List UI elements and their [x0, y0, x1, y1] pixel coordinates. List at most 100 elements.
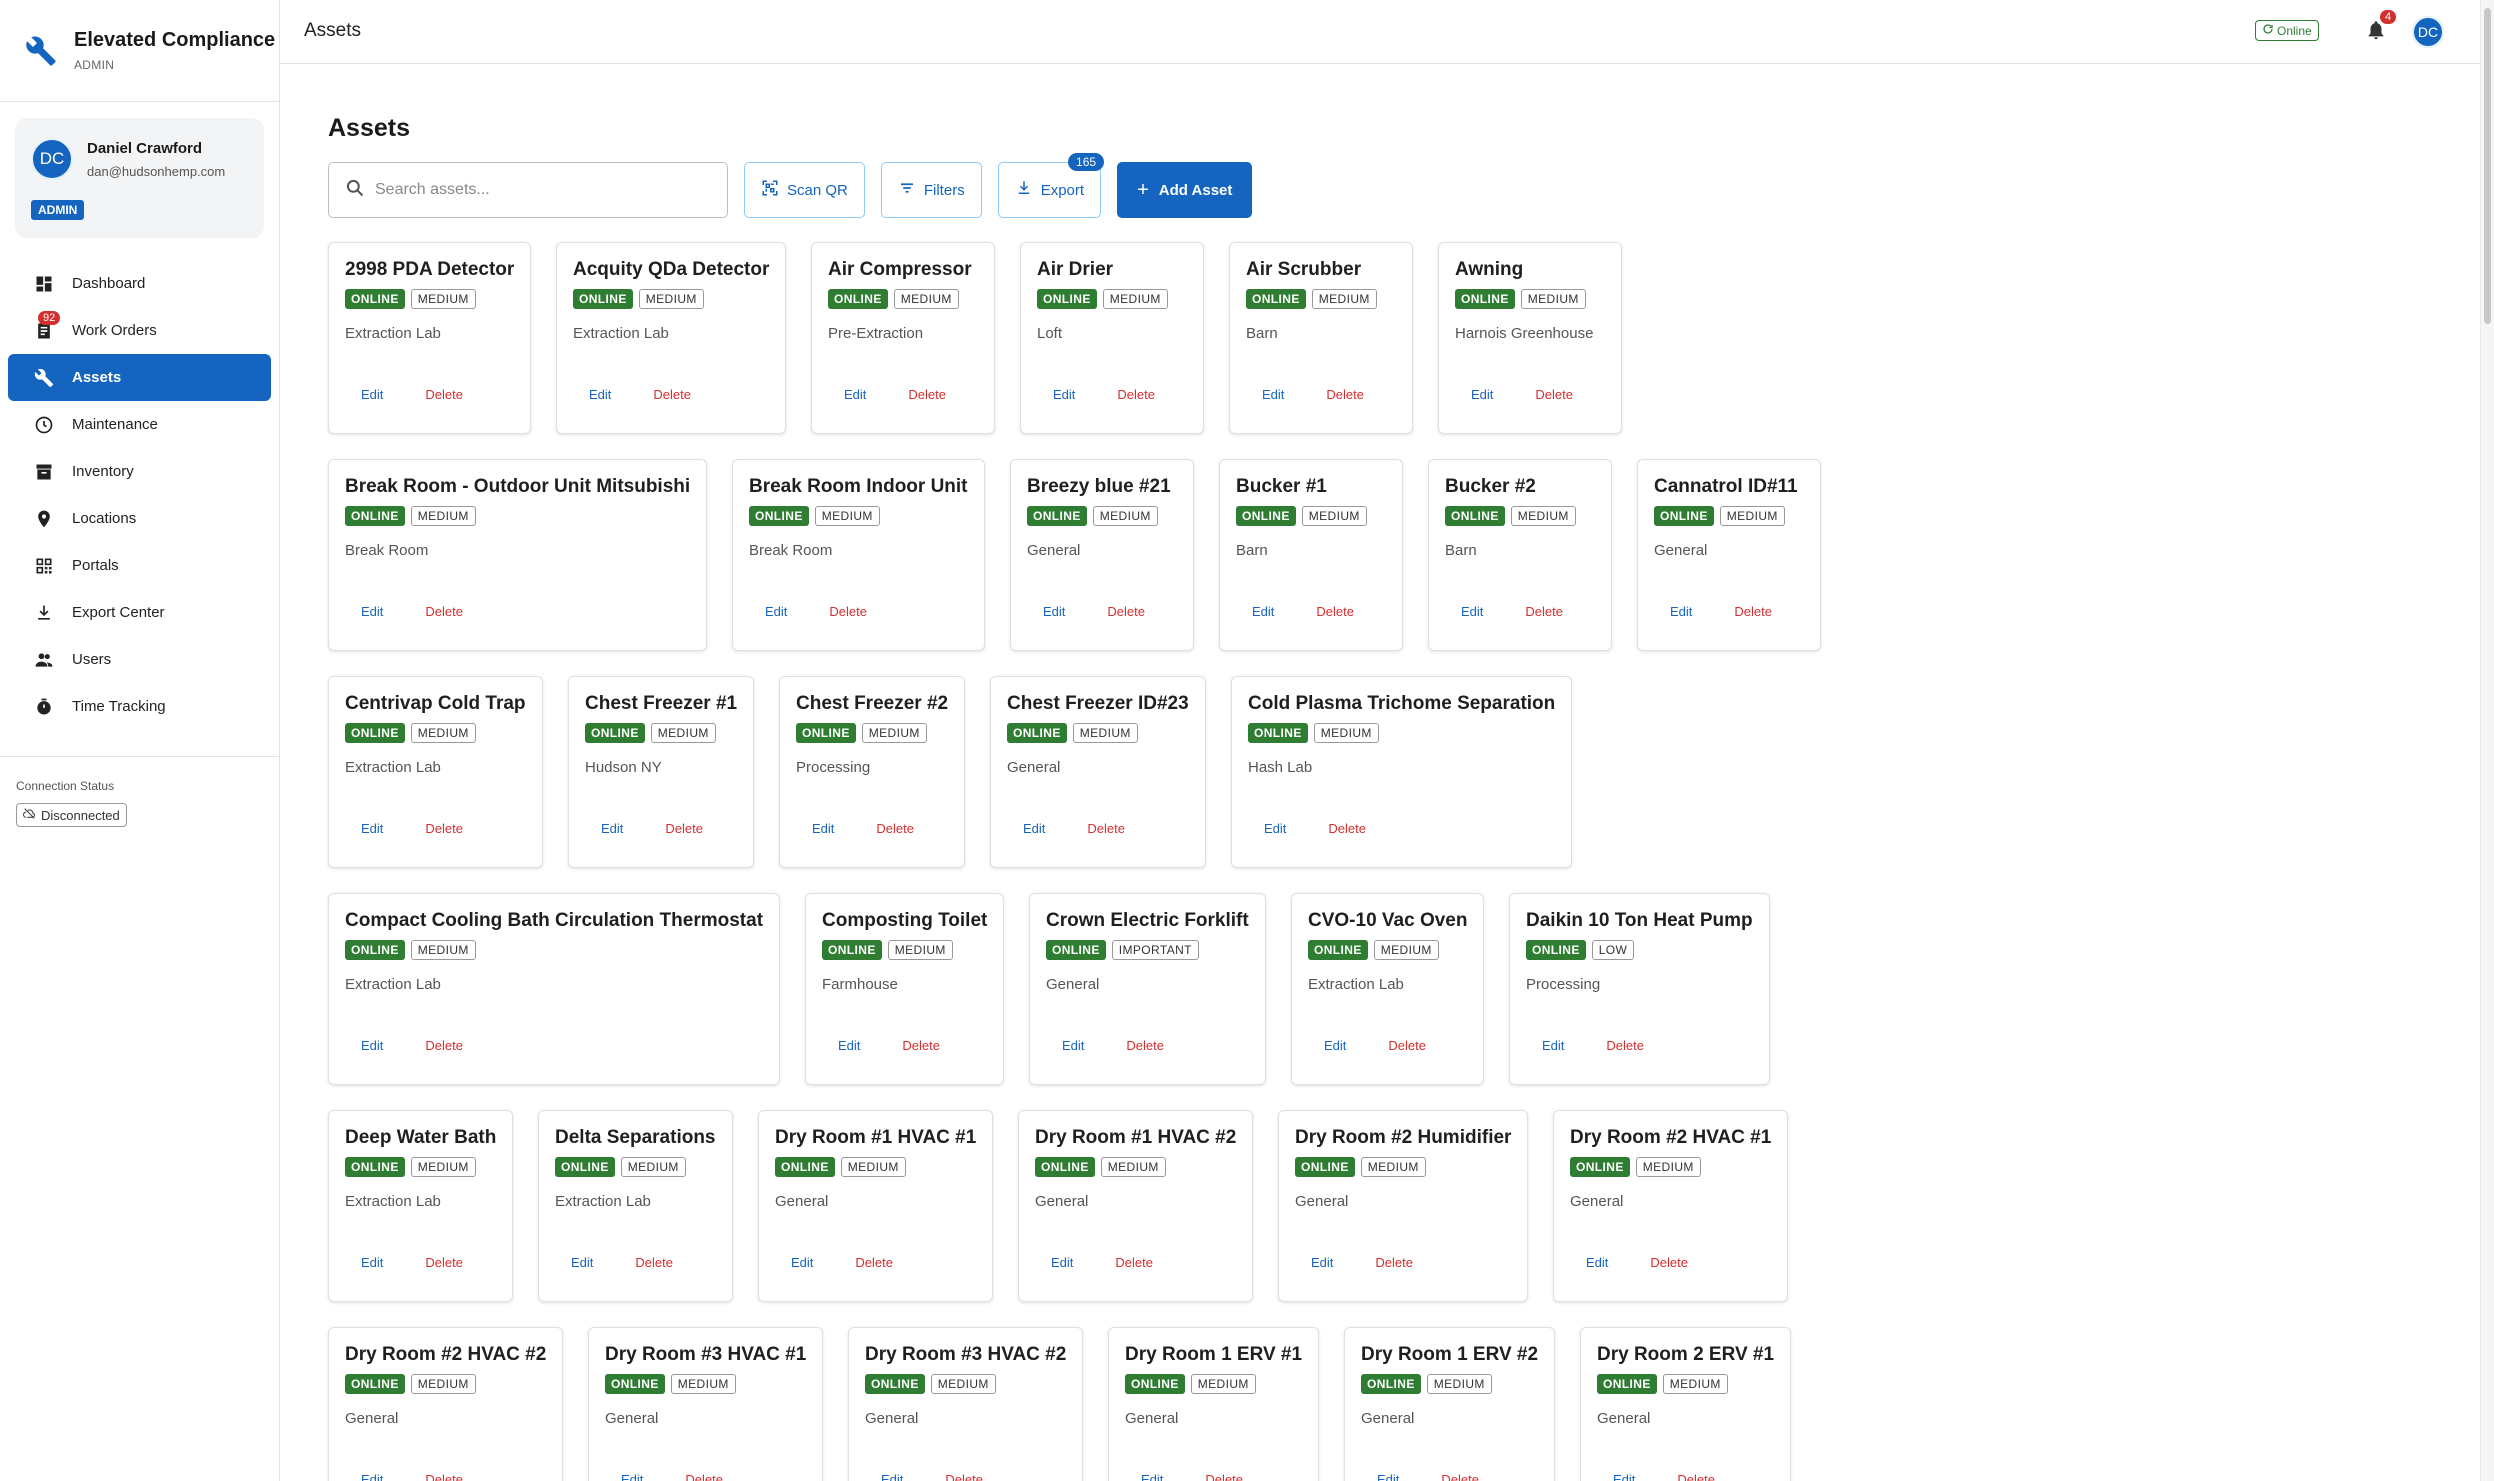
edit-button[interactable]: Edit	[873, 1468, 911, 1481]
delete-button[interactable]: Delete	[417, 817, 471, 840]
edit-button[interactable]: Edit	[1043, 1251, 1081, 1274]
asset-card[interactable]: Dry Room #3 HVAC #1 ONLINE MEDIUM General Ed…	[588, 1327, 823, 1481]
asset-card[interactable]: Acquity QDa Detector ONLINE MEDIUM Extracti…	[556, 242, 786, 434]
delete-button[interactable]: Delete	[1099, 600, 1153, 623]
delete-button[interactable]: Delete	[1109, 383, 1163, 406]
asset-card[interactable]: Compact Cooling Bath Circulation Thermos…	[328, 893, 780, 1085]
search-box[interactable]	[328, 162, 728, 218]
asset-card[interactable]: Chest Freezer ID#23 ONLINE MEDIUM General Ed…	[990, 676, 1206, 868]
delete-button[interactable]: Delete	[894, 1034, 948, 1057]
edit-button[interactable]: Edit	[783, 1251, 821, 1274]
sidebar-item-time-tracking[interactable]: Time Tracking	[8, 683, 271, 730]
asset-card[interactable]: Bucker #2 ONLINE MEDIUM Barn Edit Delete	[1428, 459, 1612, 651]
edit-button[interactable]: Edit	[1054, 1034, 1092, 1057]
edit-button[interactable]: Edit	[1303, 1251, 1341, 1274]
delete-button[interactable]: Delete	[1197, 1468, 1251, 1481]
asset-card[interactable]: Daikin 10 Ton Heat Pump ONLINE LOW Processi…	[1509, 893, 1770, 1085]
sidebar-item-export-center[interactable]: Export Center	[8, 589, 271, 636]
delete-button[interactable]: Delete	[1320, 817, 1374, 840]
edit-button[interactable]: Edit	[563, 1251, 601, 1274]
asset-card[interactable]: Dry Room 1 ERV #1 ONLINE MEDIUM General Edit…	[1108, 1327, 1319, 1481]
delete-button[interactable]: Delete	[417, 1251, 471, 1274]
delete-button[interactable]: Delete	[1308, 600, 1362, 623]
edit-button[interactable]: Edit	[1369, 1468, 1407, 1481]
sidebar-item-maintenance[interactable]: Maintenance	[8, 401, 271, 448]
delete-button[interactable]: Delete	[1517, 600, 1571, 623]
asset-card[interactable]: Centrivap Cold Trap ONLINE MEDIUM Extractio…	[328, 676, 543, 868]
asset-card[interactable]: Crown Electric Forklift ONLINE IMPORTANT Ge…	[1029, 893, 1266, 1085]
delete-button[interactable]: Delete	[627, 1251, 681, 1274]
asset-card[interactable]: Delta Separations ONLINE MEDIUM Extraction …	[538, 1110, 733, 1302]
delete-button[interactable]: Delete	[937, 1468, 991, 1481]
delete-button[interactable]: Delete	[417, 600, 471, 623]
delete-button[interactable]: Delete	[1598, 1034, 1652, 1057]
delete-button[interactable]: Delete	[1118, 1034, 1172, 1057]
delete-button[interactable]: Delete	[1669, 1468, 1723, 1481]
scan-qr-button[interactable]: Scan QR	[744, 162, 865, 218]
delete-button[interactable]: Delete	[1527, 383, 1581, 406]
edit-button[interactable]: Edit	[1453, 600, 1491, 623]
sidebar-item-work-orders[interactable]: Work Orders 92	[8, 307, 271, 354]
delete-button[interactable]: Delete	[1433, 1468, 1487, 1481]
edit-button[interactable]: Edit	[353, 1251, 391, 1274]
delete-button[interactable]: Delete	[1107, 1251, 1161, 1274]
asset-card[interactable]: Composting Toilet ONLINE MEDIUM Farmhouse Ed…	[805, 893, 1004, 1085]
scrollbar-thumb[interactable]	[2484, 8, 2491, 324]
asset-card[interactable]: Cold Plasma Trichome Separation ONLINE MED…	[1231, 676, 1572, 868]
asset-card[interactable]: Deep Water Bath ONLINE MEDIUM Extraction La…	[328, 1110, 513, 1302]
edit-button[interactable]: Edit	[1035, 600, 1073, 623]
asset-card[interactable]: Air Drier ONLINE MEDIUM Loft Edit Delete	[1020, 242, 1204, 434]
delete-button[interactable]: Delete	[1642, 1251, 1696, 1274]
delete-button[interactable]: Delete	[868, 817, 922, 840]
add-asset-button[interactable]: + Add Asset	[1117, 162, 1253, 218]
edit-button[interactable]: Edit	[1316, 1034, 1354, 1057]
edit-button[interactable]: Edit	[1534, 1034, 1572, 1057]
asset-card[interactable]: Dry Room 1 ERV #2 ONLINE MEDIUM General Edit…	[1344, 1327, 1555, 1481]
asset-card[interactable]: Dry Room #2 Humidifier ONLINE MEDIUM Genera…	[1278, 1110, 1528, 1302]
sidebar-item-locations[interactable]: Locations	[8, 495, 271, 542]
sidebar-item-inventory[interactable]: Inventory	[8, 448, 271, 495]
asset-card[interactable]: Air Scrubber ONLINE MEDIUM Barn Edit Delete	[1229, 242, 1413, 434]
edit-button[interactable]: Edit	[757, 600, 795, 623]
delete-button[interactable]: Delete	[1079, 817, 1133, 840]
asset-card[interactable]: CVO-10 Vac Oven ONLINE MEDIUM Extraction La…	[1291, 893, 1484, 1085]
edit-button[interactable]: Edit	[353, 383, 391, 406]
asset-card[interactable]: Dry Room #1 HVAC #1 ONLINE MEDIUM General Ed…	[758, 1110, 993, 1302]
delete-button[interactable]: Delete	[417, 1468, 471, 1481]
delete-button[interactable]: Delete	[645, 383, 699, 406]
delete-button[interactable]: Delete	[1380, 1034, 1434, 1057]
asset-card[interactable]: Dry Room #3 HVAC #2 ONLINE MEDIUM General Ed…	[848, 1327, 1083, 1481]
asset-card[interactable]: Breezy blue #21 ONLINE MEDIUM General Edit De…	[1010, 459, 1194, 651]
delete-button[interactable]: Delete	[1367, 1251, 1421, 1274]
sidebar-item-users[interactable]: Users	[8, 636, 271, 683]
asset-card[interactable]: Dry Room #2 HVAC #2 ONLINE MEDIUM General Ed…	[328, 1327, 563, 1481]
sidebar-item-assets[interactable]: Assets	[8, 354, 271, 401]
delete-button[interactable]: Delete	[417, 383, 471, 406]
edit-button[interactable]: Edit	[1605, 1468, 1643, 1481]
delete-button[interactable]: Delete	[657, 817, 711, 840]
edit-button[interactable]: Edit	[353, 600, 391, 623]
delete-button[interactable]: Delete	[677, 1468, 731, 1481]
edit-button[interactable]: Edit	[581, 383, 619, 406]
edit-button[interactable]: Edit	[830, 1034, 868, 1057]
filters-button[interactable]: Filters	[880, 162, 982, 218]
asset-card[interactable]: Cannatrol ID#11 ONLINE MEDIUM General Edit De…	[1637, 459, 1821, 651]
asset-card[interactable]: Bucker #1 ONLINE MEDIUM Barn Edit Delete	[1219, 459, 1403, 651]
asset-card[interactable]: Dry Room #2 HVAC #1 ONLINE MEDIUM General Ed…	[1553, 1110, 1788, 1302]
delete-button[interactable]: Delete	[417, 1034, 471, 1057]
edit-button[interactable]: Edit	[1578, 1251, 1616, 1274]
sidebar-item-portals[interactable]: Portals	[8, 542, 271, 589]
delete-button[interactable]: Delete	[821, 600, 875, 623]
edit-button[interactable]: Edit	[804, 817, 842, 840]
edit-button[interactable]: Edit	[1015, 817, 1053, 840]
edit-button[interactable]: Edit	[1256, 817, 1294, 840]
asset-card[interactable]: Awning ONLINE MEDIUM Harnois Greenhouse Edit…	[1438, 242, 1622, 434]
asset-card[interactable]: 2998 PDA Detector ONLINE MEDIUM Extraction …	[328, 242, 531, 434]
delete-button[interactable]: Delete	[900, 383, 954, 406]
edit-button[interactable]: Edit	[613, 1468, 651, 1481]
edit-button[interactable]: Edit	[353, 1468, 391, 1481]
edit-button[interactable]: Edit	[353, 1034, 391, 1057]
edit-button[interactable]: Edit	[1662, 600, 1700, 623]
asset-card[interactable]: Chest Freezer #1 ONLINE MEDIUM Hudson NY Edi…	[568, 676, 754, 868]
delete-button[interactable]: Delete	[847, 1251, 901, 1274]
